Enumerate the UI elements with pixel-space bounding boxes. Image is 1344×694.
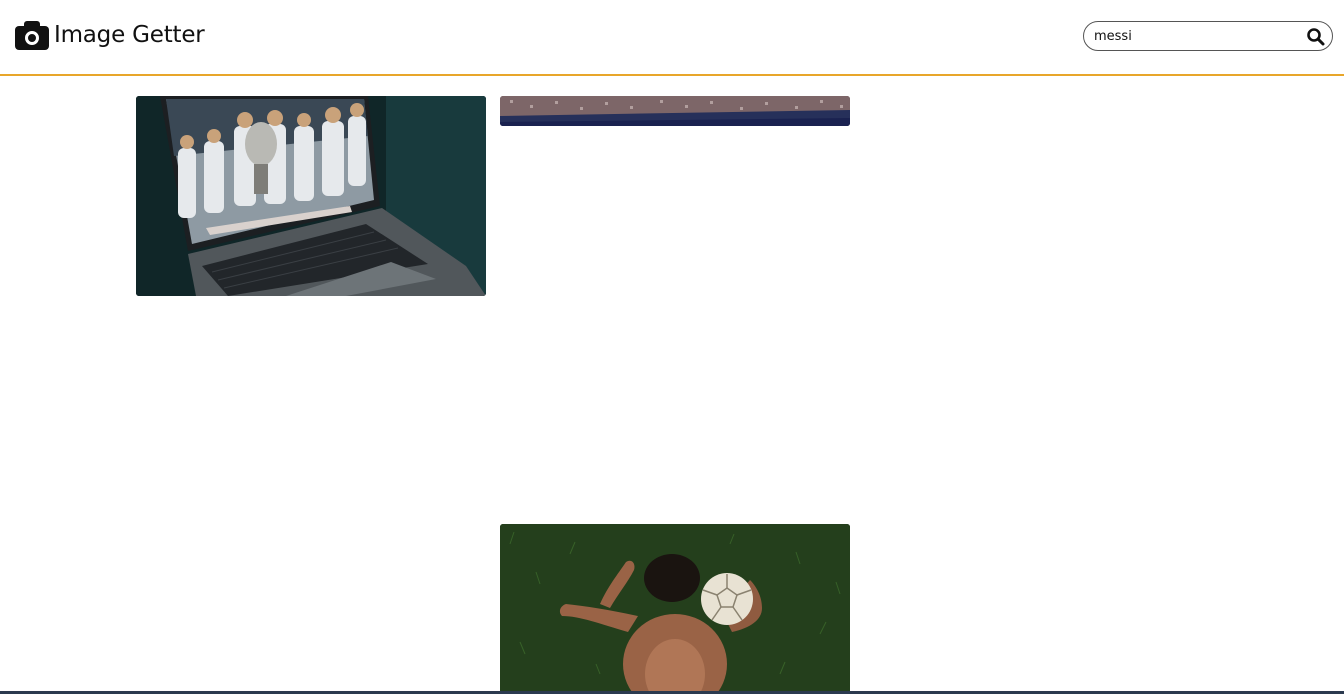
result-image-card[interactable] <box>500 96 850 126</box>
top-navbar: Image Getter <box>0 0 1344 76</box>
laptop-photo <box>136 96 486 296</box>
app-title: Image Getter <box>54 22 205 48</box>
logo[interactable]: Image Getter <box>15 20 205 50</box>
search-input[interactable] <box>1094 26 1299 46</box>
search-form <box>1083 21 1333 51</box>
camera-icon <box>15 20 49 50</box>
stadium-photo <box>500 96 850 126</box>
result-image-card[interactable] <box>500 524 850 694</box>
result-image-card[interactable] <box>136 96 486 296</box>
search-icon[interactable] <box>1306 27 1326 47</box>
grass-football-photo <box>500 524 850 694</box>
